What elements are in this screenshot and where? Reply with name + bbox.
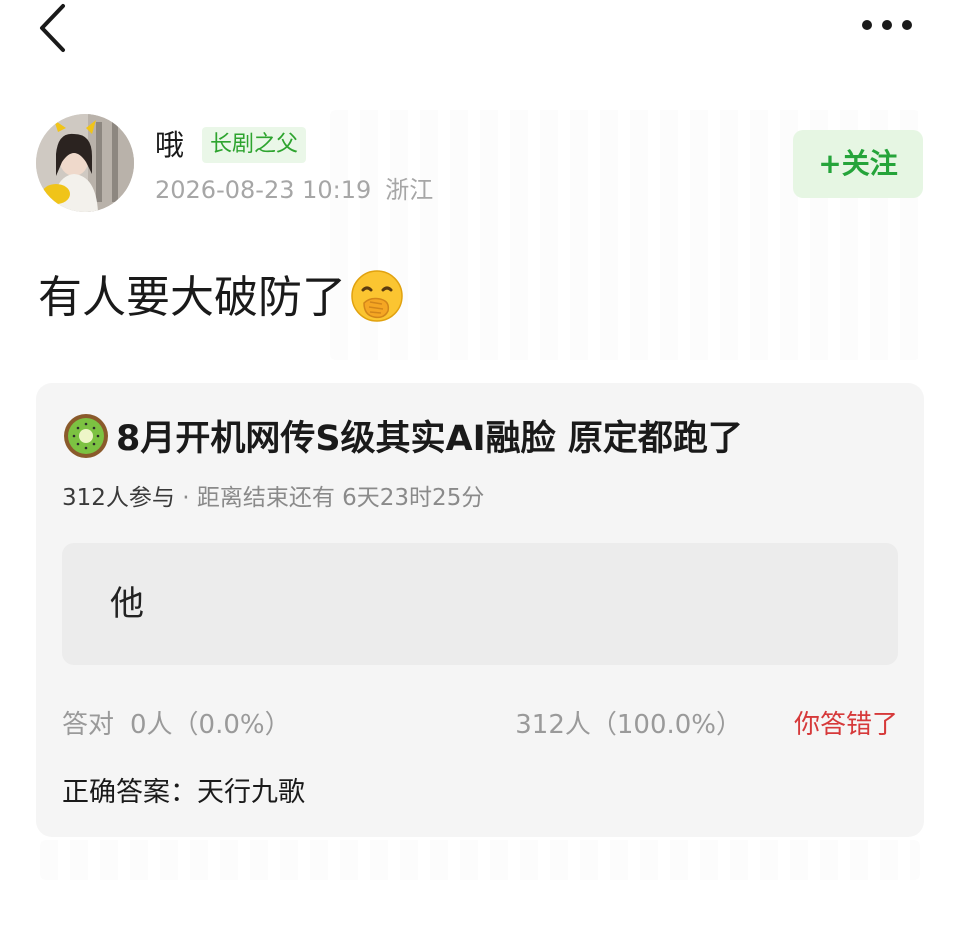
wrong-count: 312人（100.0%） [515,710,742,740]
post-location: 浙江 [385,176,434,204]
correct-label: 答对 [62,710,115,740]
participant-count: 312人参与 [62,485,175,511]
time-remaining: 距离结束还有 6天23时25分 [196,485,485,511]
correct-stat: 答对 0人（0.0%） [62,705,291,745]
avatar-image [36,114,134,212]
background-texture [40,840,920,880]
meta-separator: · [182,485,190,511]
quiz-title-text: 8月开机网传S级其实AI融脸 原定都跑了 [116,419,743,459]
face-with-hand-over-mouth-icon [351,270,403,322]
chevron-left-icon [40,4,65,52]
author-name[interactable]: 哦 [155,126,184,164]
wrong-answer-tag: 你答错了 [793,710,898,740]
kiwi-icon [64,414,108,458]
post-meta: 2026-08-23 10:19 浙江 [155,174,433,206]
post-timestamp: 2026-08-23 10:19 [155,176,372,204]
quiz-option[interactable]: 他 [62,543,898,665]
option-label: 他 [110,584,144,624]
post-text: 有人要大破防了 [38,266,404,330]
more-horizontal-icon [862,20,912,30]
author-badge: 长剧之父 [202,127,307,163]
quiz-meta: 312人参与 · 距离结束还有 6天23时25分 [62,481,484,515]
top-bar [0,0,960,60]
back-button[interactable] [30,2,80,54]
result-row: 答对 0人（0.0%） 312人（100.0%） 你答错了 [62,705,898,745]
more-button[interactable] [852,10,922,40]
follow-button[interactable]: +关注 [793,130,923,198]
correct-count: 0人（0.0%） [130,710,291,740]
quiz-title: 8月开机网传S级其实AI融脸 原定都跑了 [62,413,743,465]
correct-answer: 正确答案：天行九歌 [62,777,305,808]
post-body: 有人要大破防了 [38,272,346,323]
quiz-card: 8月开机网传S级其实AI融脸 原定都跑了 312人参与 · 距离结束还有 6天2… [36,383,924,837]
avatar[interactable] [36,114,134,212]
